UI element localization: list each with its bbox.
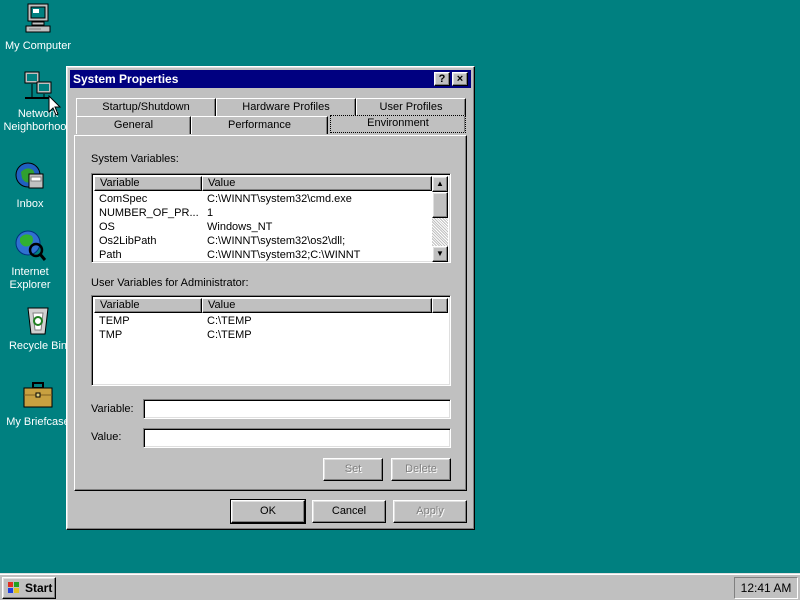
tab-general[interactable]: General <box>76 116 191 134</box>
list-header: Variable Value <box>94 176 432 191</box>
table-row[interactable]: ComSpec C:\WINNT\system32\cmd.exe <box>94 192 432 206</box>
system-variables-list[interactable]: Variable Value ComSpec C:\WINNT\system32… <box>91 173 451 263</box>
desktop-icon-label: Network Neighborhood <box>3 108 73 133</box>
variable-cell: ComSpec <box>99 193 148 205</box>
desktop-icon-my-briefcase[interactable]: My Briefcase <box>0 378 76 429</box>
user-variables-label: User Variables for Administrator: <box>91 277 249 289</box>
desktop: My Computer Network Neighborhood Inbox I… <box>0 0 800 573</box>
column-header-variable[interactable]: Variable <box>94 176 202 191</box>
windows-logo-icon <box>8 582 19 593</box>
tab-hardware-profiles[interactable]: Hardware Profiles <box>216 98 356 116</box>
column-header-variable[interactable]: Variable <box>94 298 202 313</box>
column-header-spacer <box>432 298 448 313</box>
desktop-icon-label: Internet Explorer <box>9 266 51 291</box>
scroll-thumb[interactable] <box>432 192 448 218</box>
value-cell: 1 <box>207 207 214 219</box>
desktop-icon-label: My Briefcase <box>6 416 70 428</box>
taskbar: Start 12:41 AM <box>0 573 800 600</box>
tab-environment[interactable]: Environment <box>330 115 466 133</box>
scroll-up-arrow-icon[interactable]: ▲ <box>432 176 448 192</box>
scroll-down-arrow-icon[interactable]: ▼ <box>432 246 448 262</box>
desktop-icon-my-computer[interactable]: My Computer <box>0 2 76 53</box>
apply-button[interactable]: Apply <box>393 500 467 523</box>
variable-cell: NUMBER_OF_PR... <box>99 207 199 219</box>
desktop-icon-internet-explorer[interactable]: Internet Explorer <box>0 228 68 292</box>
table-row[interactable]: TEMP C:\TEMP <box>94 314 432 328</box>
start-button[interactable]: Start <box>2 577 56 599</box>
variable-cell: OS <box>99 221 115 233</box>
desktop-icon-label: Inbox <box>16 198 44 210</box>
desktop-icon-recycle-bin[interactable]: Recycle Bin <box>0 302 76 353</box>
table-row[interactable]: TMP C:\TEMP <box>94 328 432 342</box>
system-variables-label: System Variables: <box>91 153 179 165</box>
value-cell: C:\WINNT\system32\os2\dll; <box>207 235 346 247</box>
close-button[interactable]: × <box>452 72 468 86</box>
user-variables-list[interactable]: Variable Value TEMP C:\TEMP TMP C:\TEMP <box>91 295 451 386</box>
table-row[interactable]: NUMBER_OF_PR... 1 <box>94 206 432 220</box>
table-row[interactable]: OS Windows_NT <box>94 220 432 234</box>
list-header: Variable Value <box>94 298 448 313</box>
column-header-value[interactable]: Value <box>202 298 432 313</box>
tab-startup-shutdown[interactable]: Startup/Shutdown <box>76 98 216 116</box>
set-button[interactable]: Set <box>323 458 383 481</box>
desktop-icon-label: My Computer <box>4 40 72 52</box>
value-cell: C:\TEMP <box>207 329 252 341</box>
value-cell: Windows_NT <box>207 221 273 233</box>
cancel-button[interactable]: Cancel <box>312 500 386 523</box>
variable-input[interactable] <box>143 399 451 419</box>
variable-field-label: Variable: <box>91 403 134 415</box>
delete-button[interactable]: Delete <box>391 458 451 481</box>
briefcase-icon <box>23 382 53 408</box>
clock[interactable]: 12:41 AM <box>734 577 798 599</box>
table-row[interactable]: Os2LibPath C:\WINNT\system32\os2\dll; <box>94 234 432 248</box>
value-input[interactable] <box>143 428 451 448</box>
inbox-icon <box>15 162 44 189</box>
tab-performance[interactable]: Performance <box>191 116 328 134</box>
value-cell: C:\WINNT\system32;C:\WINNT <box>207 249 361 261</box>
variable-cell: TMP <box>99 329 123 341</box>
table-row[interactable]: Path C:\WINNT\system32;C:\WINNT <box>94 248 432 262</box>
desktop-icon-inbox[interactable]: Inbox <box>0 160 68 211</box>
tab-user-profiles[interactable]: User Profiles <box>356 98 466 116</box>
start-label: Start <box>25 581 53 595</box>
computer-icon <box>25 3 51 33</box>
variable-cell: Path <box>99 249 122 261</box>
desktop-icon-network-neighborhood[interactable]: Network Neighborhood <box>0 70 76 134</box>
window-titlebar[interactable]: System Properties ? × <box>70 70 471 88</box>
window-title: System Properties <box>73 72 179 86</box>
ok-button[interactable]: OK <box>230 499 306 524</box>
value-cell: C:\TEMP <box>207 315 252 327</box>
mouse-cursor-icon <box>48 95 62 116</box>
vertical-scrollbar[interactable]: ▲ ▼ <box>432 176 448 262</box>
recycle-bin-icon <box>27 307 49 335</box>
variable-cell: TEMP <box>99 315 130 327</box>
value-cell: C:\WINNT\system32\cmd.exe <box>207 193 352 205</box>
column-header-value[interactable]: Value <box>202 176 432 191</box>
desktop-icon-label: Recycle Bin <box>8 340 68 352</box>
help-button[interactable]: ? <box>434 72 450 86</box>
system-properties-window: System Properties ? × Startup/Shutdown H… <box>66 66 475 530</box>
value-field-label: Value: <box>91 431 122 443</box>
internet-explorer-icon <box>15 230 47 261</box>
variable-cell: Os2LibPath <box>99 235 157 247</box>
